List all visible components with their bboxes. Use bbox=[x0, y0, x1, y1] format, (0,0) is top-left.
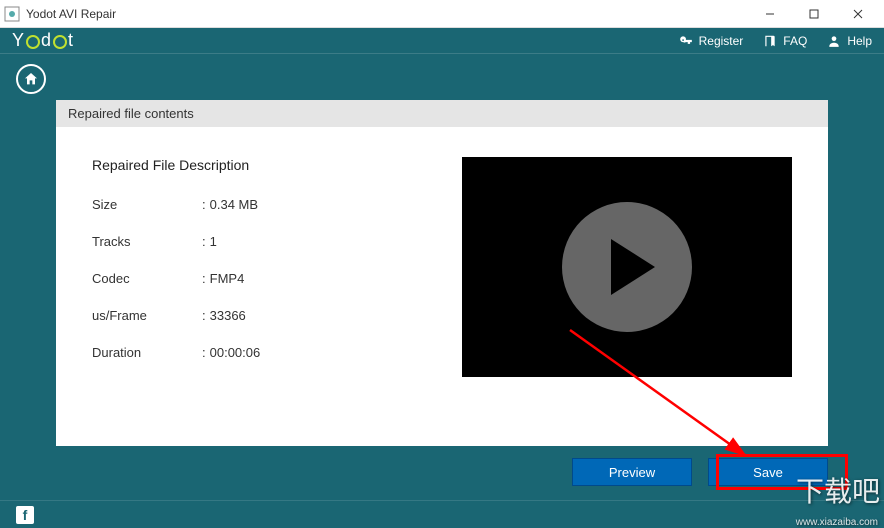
titlebar: Yodot AVI Repair bbox=[0, 0, 884, 28]
video-preview bbox=[462, 157, 792, 377]
help-label: Help bbox=[847, 34, 872, 48]
logo-o-icon bbox=[26, 35, 40, 49]
bottom-bar: f bbox=[0, 500, 884, 528]
desc-value: 1 bbox=[210, 234, 217, 249]
desc-label: Duration bbox=[92, 345, 202, 360]
faq-link[interactable]: FAQ bbox=[763, 34, 807, 48]
button-row: Preview Save bbox=[0, 458, 884, 500]
app-icon bbox=[4, 6, 20, 22]
maximize-button[interactable] bbox=[792, 0, 836, 28]
desc-label: Size bbox=[92, 197, 202, 212]
register-label: Register bbox=[699, 34, 744, 48]
description-title: Repaired File Description bbox=[92, 157, 392, 173]
section-header: Repaired file contents bbox=[56, 100, 828, 127]
save-button[interactable]: Save bbox=[708, 458, 828, 486]
key-icon bbox=[679, 34, 693, 48]
content-card: Repaired file contents Repaired File Des… bbox=[56, 100, 828, 446]
desc-value: 33366 bbox=[210, 308, 246, 323]
faq-label: FAQ bbox=[783, 34, 807, 48]
desc-value: FMP4 bbox=[210, 271, 245, 286]
minimize-button[interactable] bbox=[748, 0, 792, 28]
window-controls bbox=[748, 0, 880, 28]
logo-letter: Y bbox=[12, 30, 25, 51]
help-link[interactable]: Help bbox=[827, 34, 872, 48]
preview-button[interactable]: Preview bbox=[572, 458, 692, 486]
person-icon bbox=[827, 34, 841, 48]
description-column: Repaired File Description Size : 0.34 MB… bbox=[92, 157, 392, 426]
desc-row-codec: Codec : FMP4 bbox=[92, 271, 392, 286]
desc-label: us/Frame bbox=[92, 308, 202, 323]
desc-label: Tracks bbox=[92, 234, 202, 249]
book-icon bbox=[763, 34, 777, 48]
desc-row-duration: Duration : 00:00:06 bbox=[92, 345, 392, 360]
facebook-icon[interactable]: f bbox=[16, 506, 34, 524]
desc-row-tracks: Tracks : 1 bbox=[92, 234, 392, 249]
logo-letter: t bbox=[68, 30, 74, 51]
app-body: Ydt Register FAQ Help Repaired file cont… bbox=[0, 28, 884, 528]
play-button[interactable] bbox=[562, 202, 692, 332]
desc-value: 0.34 MB bbox=[210, 197, 258, 212]
top-menu: Ydt Register FAQ Help bbox=[0, 28, 884, 54]
logo-letter: d bbox=[41, 30, 52, 51]
desc-row-size: Size : 0.34 MB bbox=[92, 197, 392, 212]
logo: Ydt bbox=[12, 30, 74, 51]
desc-value: 00:00:06 bbox=[210, 345, 261, 360]
play-icon bbox=[611, 239, 655, 295]
desc-row-usframe: us/Frame : 33366 bbox=[92, 308, 392, 323]
desc-label: Codec bbox=[92, 271, 202, 286]
home-icon bbox=[23, 71, 39, 87]
window-title: Yodot AVI Repair bbox=[26, 7, 748, 21]
preview-column bbox=[412, 157, 792, 426]
register-link[interactable]: Register bbox=[679, 34, 744, 48]
close-button[interactable] bbox=[836, 0, 880, 28]
logo-o-icon bbox=[53, 35, 67, 49]
section-body: Repaired File Description Size : 0.34 MB… bbox=[56, 127, 828, 446]
home-button[interactable] bbox=[16, 64, 46, 94]
home-row bbox=[0, 54, 884, 100]
